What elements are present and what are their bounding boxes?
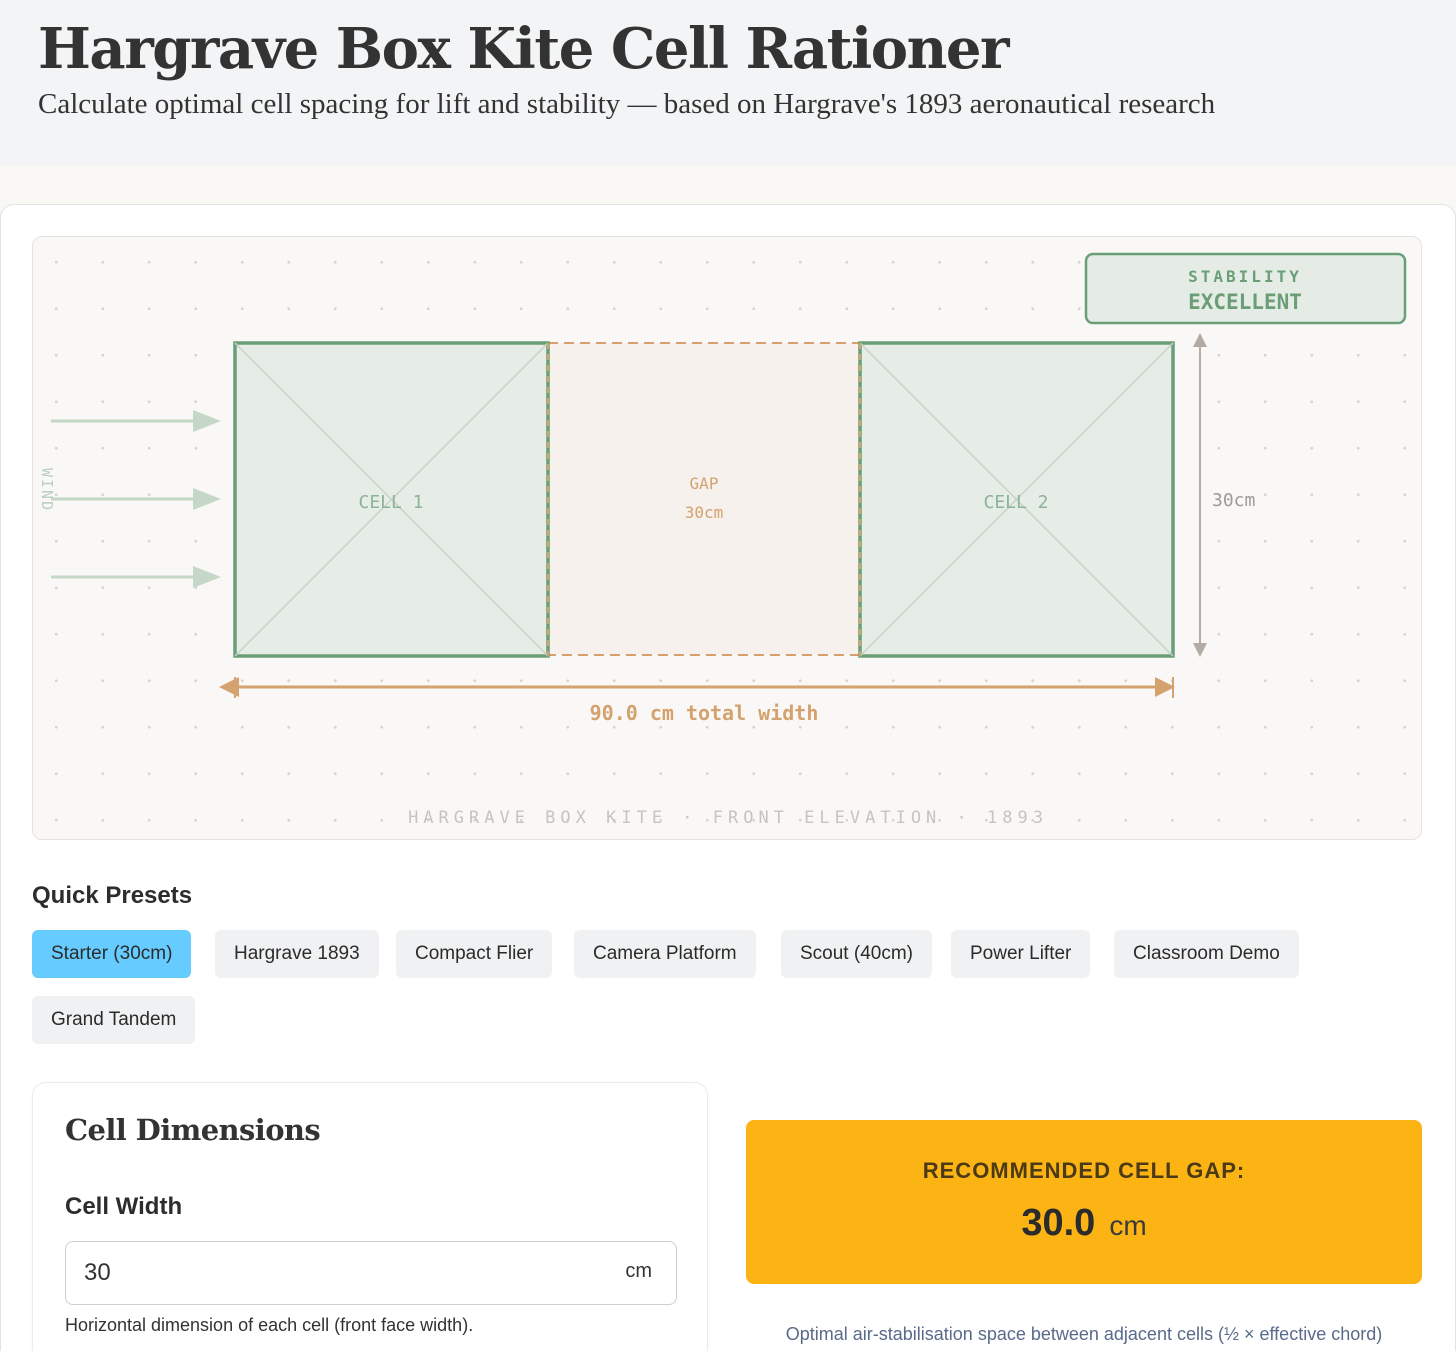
page-title: Hargrave Box Kite Cell Rationer (38, 16, 1010, 82)
gap-label: GAP (690, 474, 719, 493)
wind-label: WIND (38, 468, 56, 512)
page-subtitle: Calculate optimal cell spacing for lift … (38, 88, 1216, 120)
stability-label: STABILITY (1188, 267, 1302, 286)
recommended-gap-note: Optimal air-stabilisation space between … (785, 1324, 1383, 1344)
height-dimension: 30cm (1193, 333, 1255, 657)
page-header: Hargrave Box Kite Cell Rationer Calculat… (0, 0, 1456, 166)
total-width-label: 90.0 cm total width (590, 701, 819, 725)
wind-arrow (51, 410, 221, 432)
recommended-gap-panel: RECOMMENDED CELL GAP: 30.0 cm (746, 1120, 1422, 1284)
recommended-gap-value: 30.0 (1021, 1202, 1096, 1244)
preset-power-lifter-button[interactable]: Power Lifter (951, 930, 1091, 978)
cell-2-label: CELL 2 (983, 492, 1048, 513)
wind-arrow (51, 488, 221, 510)
presets-title: Quick Presets (32, 882, 193, 909)
preset-camera-platform-button[interactable]: Camera Platform (574, 930, 756, 978)
cell-1: CELL 1 (233, 341, 550, 658)
preset-hargrave-1893-button[interactable]: Hargrave 1893 (215, 930, 379, 978)
preset-starter-button[interactable]: Starter (30cm) (32, 930, 192, 978)
cell-width-field: cm (65, 1241, 677, 1305)
stability-badge: STABILITY EXCELLENT (1084, 252, 1407, 325)
kite-diagram-svg: STABILITY EXCELLENT WIND GAP 30cm CELL 1… (38, 252, 1407, 828)
recommended-gap-value-row: 30.0 cm (746, 1202, 1422, 1245)
cell-1-label: CELL 1 (358, 492, 423, 513)
preset-classroom-demo-button[interactable]: Classroom Demo (1114, 930, 1299, 978)
gap-value: 30cm (685, 503, 724, 522)
recommended-gap-label: RECOMMENDED CELL GAP: (922, 1158, 1246, 1183)
kite-diagram: STABILITY EXCELLENT WIND GAP 30cm CELL 1… (32, 236, 1422, 840)
cell-width-unit: cm (625, 1260, 652, 1282)
total-width-dimension: 90.0 cm total width (219, 677, 1175, 725)
cell-width-input[interactable] (84, 1242, 584, 1304)
wind-arrow (51, 566, 221, 588)
stability-value: EXCELLENT (1188, 290, 1302, 314)
diagram-caption: HARGRAVE BOX KITE · FRONT ELEVATION · 18… (408, 808, 1048, 828)
gap-region: GAP 30cm (547, 342, 861, 656)
preset-compact-flier-button[interactable]: Compact Flier (396, 930, 553, 978)
wind-arrows: WIND (38, 410, 221, 588)
cell-width-help: Horizontal dimension of each cell (front… (65, 1315, 474, 1335)
cell-2: CELL 2 (858, 341, 1175, 658)
cell-width-label: Cell Width (65, 1193, 183, 1220)
cell-dimensions-title: Cell Dimensions (65, 1113, 321, 1147)
cell-dimensions-panel: Cell Dimensions Cell Width cm Horizontal… (32, 1082, 708, 1351)
recommended-gap-unit: cm (1109, 1210, 1147, 1241)
height-label: 30cm (1212, 490, 1255, 511)
preset-grand-tandem-button[interactable]: Grand Tandem (32, 996, 196, 1044)
preset-scout-button[interactable]: Scout (40cm) (781, 930, 932, 978)
